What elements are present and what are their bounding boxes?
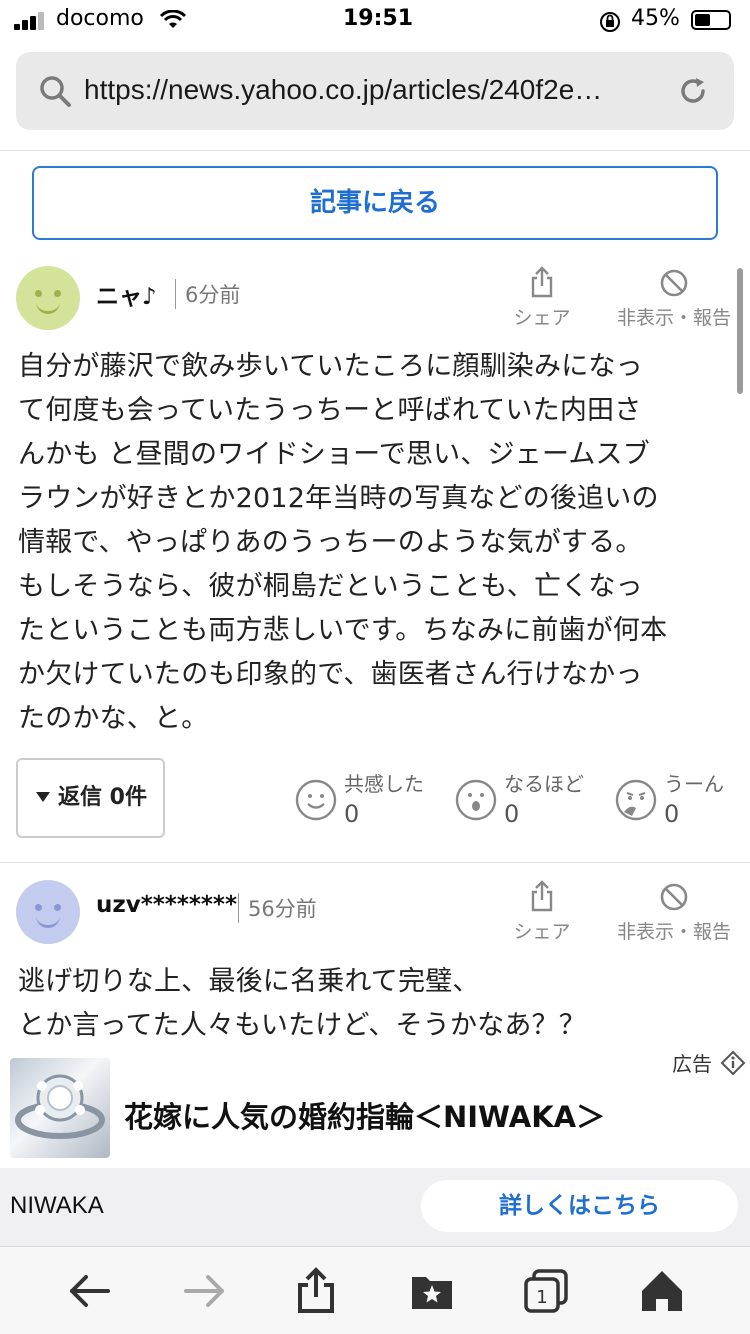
ad-title[interactable]: 花嫁に人気の婚約指輪＜NIWAKA＞ [124,1094,605,1136]
share-label: シェア [513,921,571,943]
home-icon[interactable] [638,1267,686,1315]
hide-report-label: 非表示・報告 [616,921,731,943]
ad-brand: NIWAKA [10,1192,104,1219]
comment-username[interactable]: uzv******** [96,892,237,918]
comment-body: 逃げ切りな上、最後に名乗れて完璧、 とか言ってた人々もいたけど、そうかなあ？？ [18,966,586,1041]
reaction-count: 0 [504,800,520,828]
bookmark-folder-icon[interactable] [408,1267,456,1315]
avatar[interactable] [16,880,80,944]
rotation-lock-icon [600,12,620,32]
divider [0,862,750,863]
reaction-count: 0 [344,800,360,828]
reaction-label: 共感した [344,772,424,796]
ad-label: 広告 [672,1052,712,1076]
thinking-face-icon [615,779,657,821]
hide-report-button[interactable]: 非表示・報告 [612,882,736,944]
ring-icon [15,1074,105,1139]
hide-report-button[interactable]: 非表示・報告 [612,268,736,330]
reaction-label: うーん [664,772,724,796]
back-to-article-button[interactable]: 記事に戻る [32,166,718,240]
reload-icon[interactable] [676,74,710,108]
battery-percent: 45% [631,6,680,31]
reaction-count: 0 [664,800,680,828]
comment-time: 6分前 [175,279,240,309]
clock: 19:51 [343,6,414,31]
surprised-face-icon [455,779,497,821]
share-button[interactable]: シェア [510,880,574,944]
comment-body: 自分が藤沢で飲み歩いていたころに顔馴染みになっ て何度も会っていたうっちーと呼ば… [18,351,668,734]
ad-cta-button[interactable]: 詳しくはこちら [421,1180,738,1232]
ring-image[interactable] [10,1058,110,1158]
scrollbar[interactable] [737,268,743,394]
url-text[interactable]: https://news.yahoo.co.jp/articles/240f2e… [84,74,660,106]
tabs-icon[interactable]: 1 [522,1267,570,1315]
svg-text:1: 1 [536,1287,547,1308]
browser-toolbar: 1 [0,1246,750,1334]
comment-username[interactable]: ニャ♪ [96,277,157,311]
forward-arrow-icon[interactable] [180,1267,228,1315]
reply-toggle-button[interactable]: 返信 0件 [16,758,165,838]
comment-time: 56分前 [238,893,317,923]
triangle-down-icon [36,792,50,802]
reaction-label: なるほど [504,772,584,796]
share-icon [531,266,553,298]
smile-face-icon [295,779,337,821]
battery-icon [691,10,731,30]
wifi-icon [160,10,186,28]
status-bar: docomo 19:51 45% [0,0,750,44]
ad-banner[interactable]: 花嫁に人気の婚約指輪＜NIWAKA＞ 広告 NIWAKA 詳しくはこちら [0,1046,750,1246]
share-icon[interactable] [292,1267,340,1315]
share-button[interactable]: シェア [510,266,574,330]
carrier-name: docomo [56,6,144,31]
address-bar[interactable]: https://news.yahoo.co.jp/articles/240f2e… [16,52,734,130]
block-icon [660,269,688,297]
back-arrow-icon[interactable] [66,1267,114,1315]
signal-icon [14,12,50,30]
reply-label: 返信 0件 [58,785,147,810]
search-icon [40,76,71,107]
share-icon [531,880,553,912]
share-label: シェア [513,307,571,329]
block-icon [660,883,688,911]
info-icon[interactable] [720,1050,746,1076]
hide-report-label: 非表示・報告 [616,307,731,329]
avatar[interactable] [16,266,80,330]
divider [0,150,750,151]
